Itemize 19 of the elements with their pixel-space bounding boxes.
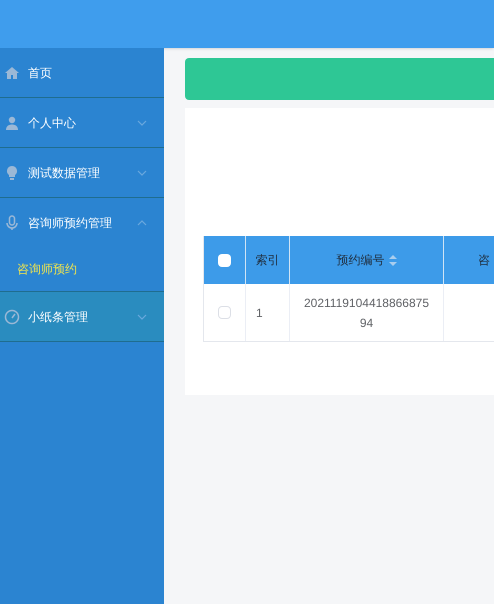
table-cell-text: 1 [256,304,263,322]
submenu-item[interactable]: 咨询师预约 [0,247,164,291]
home-icon [4,64,20,80]
bulb-icon [4,164,20,180]
sidebar-item[interactable]: 个人中心 [0,98,164,147]
column-header: 咨 [478,252,490,269]
sidebar-item[interactable]: 咨询师预约管理 [0,198,164,247]
table-cell-text: 202111910441886687594 [302,294,430,332]
sidebar-item[interactable]: 测试数据管理 [0,148,164,197]
column-header: 预约编号 [336,252,384,269]
sidebar-item[interactable]: 首页 [0,48,164,97]
sidebar-item[interactable]: 小纸条管理 [0,292,164,341]
checkbox[interactable] [218,254,231,266]
checkbox[interactable] [218,306,231,319]
sort-icon[interactable] [388,254,396,266]
microphone-icon [4,214,20,230]
column-header: 索引 [256,252,280,269]
user-icon [4,114,20,130]
gauge-icon [4,308,20,324]
